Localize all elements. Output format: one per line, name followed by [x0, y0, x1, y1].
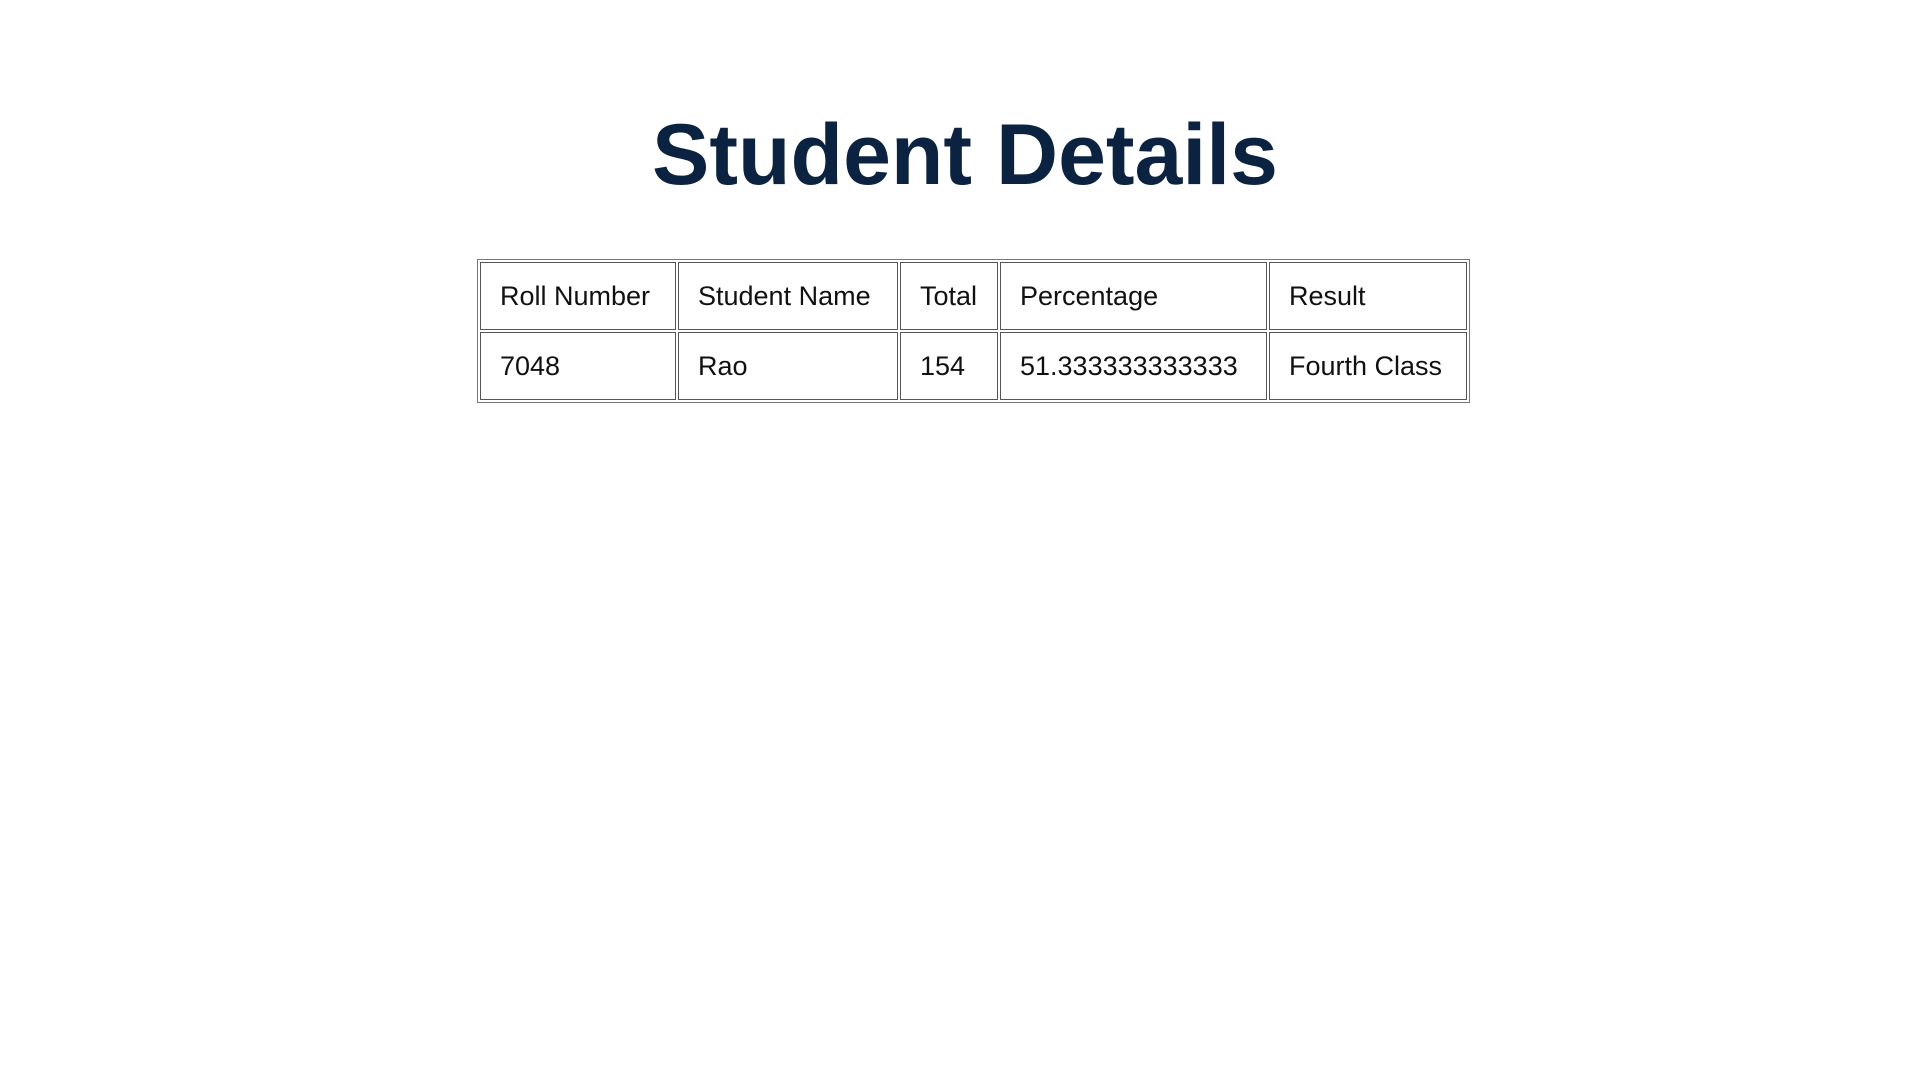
cell-total: 154: [900, 332, 998, 400]
cell-roll-number: 7048: [480, 332, 676, 400]
cell-result: Fourth Class: [1269, 332, 1467, 400]
header-result: Result: [1269, 262, 1467, 330]
student-table-container: Roll Number Student Name Total Percentag…: [477, 259, 1470, 403]
table-row: 7048 Rao 154 51.333333333333 Fourth Clas…: [480, 332, 1467, 400]
header-roll-number: Roll Number: [480, 262, 676, 330]
header-student-name: Student Name: [678, 262, 898, 330]
page-title: Student Details: [652, 107, 1278, 203]
table-body: 7048 Rao 154 51.333333333333 Fourth Clas…: [480, 332, 1467, 400]
header-total: Total: [900, 262, 998, 330]
header-percentage: Percentage: [1000, 262, 1267, 330]
student-details-table: Roll Number Student Name Total Percentag…: [477, 259, 1470, 403]
page: Student Details Roll Number Student Name…: [0, 0, 1920, 1080]
table-header: Roll Number Student Name Total Percentag…: [480, 262, 1467, 330]
table-header-row: Roll Number Student Name Total Percentag…: [480, 262, 1467, 330]
cell-percentage: 51.333333333333: [1000, 332, 1267, 400]
cell-student-name: Rao: [678, 332, 898, 400]
